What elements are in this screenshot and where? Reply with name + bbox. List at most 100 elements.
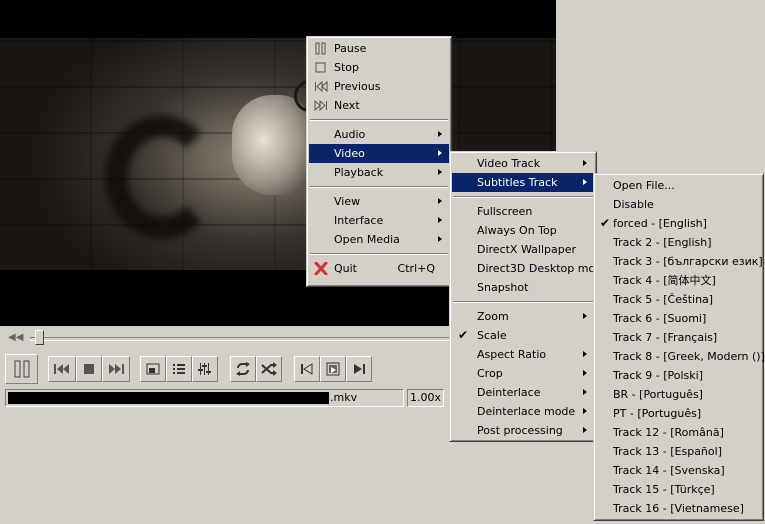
- menu-item-subtitles-track[interactable]: Subtitles Track: [452, 173, 594, 192]
- filename-display: .mkv: [5, 389, 404, 407]
- menu-item-open-media[interactable]: Open Media: [309, 230, 449, 249]
- menu-item-label: Direct3D Desktop mode: [477, 262, 609, 275]
- rewind-icon[interactable]: ◀◀: [8, 332, 23, 344]
- menu-item-interface[interactable]: Interface: [309, 211, 449, 230]
- menu-item-label: Open File...: [613, 179, 675, 192]
- menu-item-label: Scale: [477, 329, 507, 342]
- menu-item-previous[interactable]: Previous: [309, 77, 449, 96]
- fullscreen-button[interactable]: [140, 356, 166, 382]
- previous-button[interactable]: [48, 356, 76, 382]
- quit-x-icon: [314, 262, 328, 275]
- menu-item-next[interactable]: Next: [309, 96, 449, 115]
- menu-item-view[interactable]: View: [309, 192, 449, 211]
- menu-item-label: Track 8 - [Greek, Modern ()]: [613, 350, 765, 363]
- subtitle-track-item[interactable]: Track 15 - [Türkçe]: [596, 480, 761, 499]
- menu-item-pause[interactable]: Pause: [309, 39, 449, 58]
- menu-item-scale[interactable]: ✔ Scale: [452, 326, 594, 345]
- stop-icon: [315, 62, 326, 73]
- menu-separator: [310, 253, 448, 255]
- menu-item-open-subtitle-file[interactable]: Open File...: [596, 176, 761, 195]
- equalizer-icon: [198, 363, 211, 375]
- menu-item-label: Stop: [334, 61, 360, 74]
- menu-separator: [453, 301, 593, 303]
- menu-item-directx-wallpaper[interactable]: DirectX Wallpaper: [452, 240, 594, 259]
- menu-item-quit[interactable]: Quit Ctrl+Q: [309, 259, 449, 278]
- checkmark-icon: ✔: [600, 216, 611, 230]
- subtitle-track-item[interactable]: Track 12 - [Română]: [596, 423, 761, 442]
- pause-button[interactable]: [5, 354, 38, 384]
- subtitle-track-item[interactable]: BR - [Português]: [596, 385, 761, 404]
- playlist-button[interactable]: [166, 356, 192, 382]
- submenu-arrow-icon: [583, 179, 587, 185]
- subtitle-track-item[interactable]: ✔ forced - [English]: [596, 214, 761, 233]
- menu-item-direct3d-desktop[interactable]: Direct3D Desktop mode: [452, 259, 609, 278]
- menu-item-fullscreen[interactable]: Fullscreen: [452, 202, 594, 221]
- subtitle-track-item[interactable]: Track 4 - [简体中文]: [596, 271, 761, 290]
- subtitle-track-item[interactable]: Track 6 - [Suomi]: [596, 309, 761, 328]
- menu-item-label: Track 6 - [Suomi]: [613, 312, 707, 325]
- snapshot-button[interactable]: [320, 356, 346, 382]
- submenu-arrow-icon: [438, 217, 442, 223]
- menu-item-label: Interface: [334, 214, 384, 227]
- menu-item-label: Track 7 - [Français]: [613, 331, 718, 344]
- subtitle-track-item[interactable]: Track 16 - [Vietnamese]: [596, 499, 761, 518]
- menu-item-label: Track 16 - [Vietnamese]: [613, 502, 744, 515]
- menu-item-label: Video Track: [477, 157, 541, 170]
- prev-frame-button[interactable]: [294, 356, 320, 382]
- extended-settings-button[interactable]: [192, 356, 218, 382]
- subtitle-track-item[interactable]: Track 3 - [български език]: [596, 252, 763, 271]
- menu-item-label: Disable: [613, 198, 654, 211]
- menu-item-disable-subtitles[interactable]: Disable: [596, 195, 761, 214]
- next-button[interactable]: [102, 356, 130, 382]
- menu-item-stop[interactable]: Stop: [309, 58, 449, 77]
- submenu-arrow-icon: [583, 427, 587, 433]
- menu-item-audio[interactable]: Audio: [309, 125, 449, 144]
- seek-handle[interactable]: [35, 330, 45, 345]
- random-button[interactable]: [256, 356, 282, 382]
- subtitle-track-item[interactable]: Track 7 - [Français]: [596, 328, 761, 347]
- menu-item-label: Post processing: [477, 424, 563, 437]
- menu-item-crop[interactable]: Crop: [452, 364, 594, 383]
- fullscreen-icon: [146, 363, 160, 375]
- menu-item-label: Snapshot: [477, 281, 529, 294]
- subtitle-track-item[interactable]: Track 9 - [Polski]: [596, 366, 761, 385]
- menu-item-label: BR - [Português]: [613, 388, 703, 401]
- next-frame-button[interactable]: [346, 356, 372, 382]
- menu-item-label: Track 3 - [български език]: [613, 255, 763, 268]
- menu-item-deinterlace-mode[interactable]: Deinterlace mode: [452, 402, 594, 421]
- submenu-arrow-icon: [583, 313, 587, 319]
- subtitle-track-item[interactable]: Track 13 - [Español]: [596, 442, 761, 461]
- menu-item-video-track[interactable]: Video Track: [452, 154, 594, 173]
- subtitle-track-item[interactable]: Track 2 - [English]: [596, 233, 761, 252]
- menu-item-label: Crop: [477, 367, 503, 380]
- menu-item-post-processing[interactable]: Post processing: [452, 421, 594, 440]
- menu-item-label: Quit: [334, 262, 357, 275]
- stop-button[interactable]: [76, 356, 102, 382]
- subtitle-track-item[interactable]: Track 5 - [Čeština]: [596, 290, 761, 309]
- menu-item-label: Track 9 - [Polski]: [613, 369, 704, 382]
- menu-item-playback[interactable]: Playback: [309, 163, 449, 182]
- menu-item-label: Pause: [334, 42, 367, 55]
- stop-icon: [84, 364, 94, 374]
- subtitle-track-list: ✔ forced - [English] Track 2 - [English] Tr…: [596, 214, 765, 518]
- playback-speed[interactable]: 1.00x: [407, 389, 444, 407]
- filename-redacted: [8, 392, 329, 404]
- menu-separator: [453, 196, 593, 198]
- subtitle-track-item[interactable]: Track 14 - [Svenska]: [596, 461, 761, 480]
- menu-item-label: Aspect Ratio: [477, 348, 547, 361]
- submenu-arrow-icon: [438, 169, 442, 175]
- context-menu-video: Video Track Subtitles Track Fullscreen A…: [449, 151, 609, 442]
- menu-item-label: Track 5 - [Čeština]: [613, 293, 714, 306]
- loop-button[interactable]: [230, 356, 256, 382]
- menu-item-label: Track 12 - [Română]: [613, 426, 724, 439]
- menu-item-always-on-top[interactable]: Always On Top: [452, 221, 594, 240]
- subtitle-track-item[interactable]: Track 8 - [Greek, Modern ()]: [596, 347, 765, 366]
- subtitle-track-item[interactable]: PT - [Português]: [596, 404, 761, 423]
- menu-item-label: Subtitles Track: [477, 176, 558, 189]
- menu-item-video[interactable]: Video: [309, 144, 449, 163]
- menu-item-zoom[interactable]: Zoom: [452, 307, 594, 326]
- menu-item-label: Track 13 - [Español]: [613, 445, 722, 458]
- menu-item-deinterlace[interactable]: Deinterlace: [452, 383, 594, 402]
- menu-item-snapshot[interactable]: Snapshot: [452, 278, 594, 297]
- menu-item-aspect-ratio[interactable]: Aspect Ratio: [452, 345, 594, 364]
